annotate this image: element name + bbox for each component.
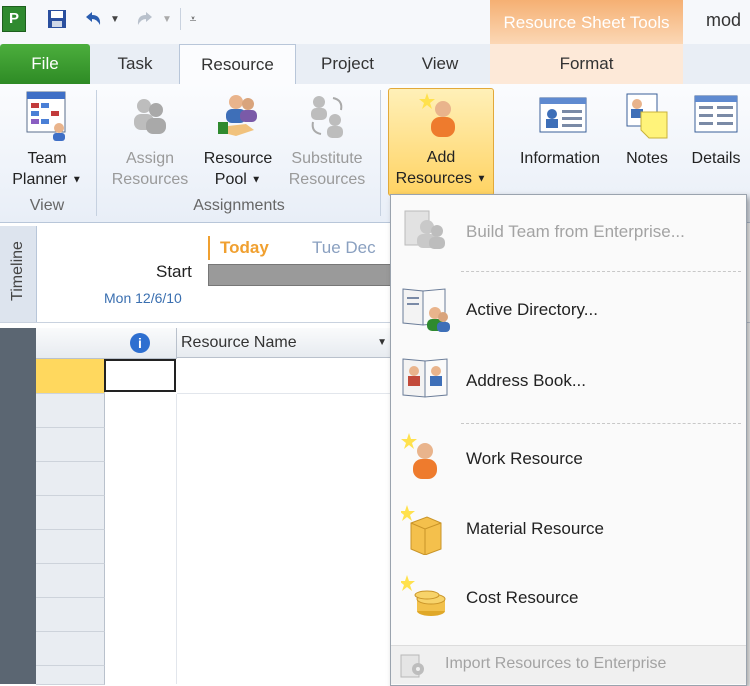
row-header[interactable] [36, 666, 105, 685]
window-title: mod [706, 10, 742, 30]
assign-resources-icon [128, 90, 172, 142]
undo-dropdown-icon[interactable]: ▼ [108, 6, 122, 32]
view-bar [0, 328, 36, 684]
material-resource-item[interactable]: Material Resource [391, 501, 746, 561]
tab-project[interactable]: Project [305, 44, 390, 84]
row-header[interactable] [36, 564, 105, 598]
row-header[interactable] [36, 496, 105, 530]
row-header[interactable] [36, 632, 105, 666]
resource-pool-label-1: Resource [203, 150, 273, 167]
tab-format[interactable]: Format [490, 44, 683, 84]
notes-icon [625, 90, 669, 142]
details-button[interactable]: Details [684, 90, 748, 169]
details-icon [694, 90, 738, 142]
grid-cell[interactable] [177, 359, 393, 394]
undo-icon[interactable] [80, 6, 106, 32]
ribbon-tabs: File Task Resource Project View Format [0, 44, 750, 86]
active-directory-item[interactable]: Active Directory... [391, 281, 746, 341]
cost-resource-item[interactable]: Cost Resource [391, 573, 746, 633]
timeline-bar[interactable] [208, 264, 400, 286]
import-resources-to-enterprise-item[interactable]: Import Resources to Enterprise [391, 645, 746, 684]
assign-resources-label-2: Resources [111, 171, 189, 188]
build-team-from-enterprise-item[interactable]: Build Team from Enterprise... [391, 203, 746, 263]
group-label-assignments: Assignments [193, 197, 285, 214]
project-app-icon[interactable]: P [2, 6, 26, 32]
redo-dropdown-icon[interactable]: ▼ [160, 6, 174, 32]
information-icon [538, 90, 587, 142]
select-all-corner[interactable] [36, 328, 105, 359]
add-resources-icon [419, 89, 463, 141]
material-resource-label: Material Resource [466, 519, 604, 538]
substitute-resources-button[interactable]: Substitute Resources [282, 90, 372, 190]
tab-file[interactable]: File [0, 44, 90, 84]
chevron-down-icon[interactable]: ▼ [377, 328, 387, 358]
resource-pool-icon [216, 90, 260, 142]
notes-label: Notes [626, 150, 668, 167]
team-planner-icon [25, 90, 69, 142]
chevron-down-icon: ▼ [476, 173, 487, 185]
row-header[interactable] [36, 394, 105, 428]
indicators-column [104, 394, 177, 684]
redo-icon[interactable] [132, 6, 158, 32]
team-planner-button[interactable]: Team Planner ▼ [4, 90, 90, 190]
chevron-down-icon: ▼ [251, 174, 262, 186]
today-marker: Today [220, 238, 269, 257]
assign-resources-label-1: Assign [125, 150, 175, 167]
import-resources-icon [399, 652, 427, 680]
customize-qat-icon[interactable]: ⩡ [184, 6, 202, 32]
context-tab-group-header: Resource Sheet Tools [490, 0, 683, 46]
row-header[interactable] [36, 359, 105, 394]
row-header[interactable] [36, 428, 105, 462]
substitute-resources-label-2: Resources [288, 171, 366, 188]
cost-resource-icon [399, 573, 451, 623]
add-resources-button[interactable]: Add Resources ▼ [388, 88, 494, 196]
timeline-date-label: Tue Dec [312, 238, 376, 257]
substitute-resources-label-1: Substitute [291, 150, 363, 167]
active-directory-icon [401, 283, 451, 333]
work-resource-icon [401, 431, 451, 481]
build-team-icon [401, 205, 451, 255]
row-header[interactable] [36, 462, 105, 496]
row-header[interactable] [36, 598, 105, 632]
row-header[interactable] [36, 530, 105, 564]
notes-button[interactable]: Notes [618, 90, 676, 169]
work-resource-label: Work Resource [466, 449, 583, 468]
add-resources-label-2: Resources [395, 170, 473, 187]
team-planner-label-1: Team [27, 150, 67, 167]
resource-name-column-header[interactable]: Resource Name ▼ [177, 328, 392, 358]
address-book-icon [401, 355, 451, 405]
resource-name-column [177, 394, 393, 684]
save-icon[interactable] [44, 6, 70, 32]
information-label: Information [519, 150, 601, 167]
group-label-view: View [29, 197, 65, 214]
team-planner-label-2: Planner [12, 171, 68, 188]
address-book-label: Address Book... [466, 371, 587, 390]
tab-view[interactable]: View [400, 44, 480, 84]
build-team-label: Build Team from Enterprise... [466, 222, 685, 241]
timeline-tab[interactable]: Timeline [0, 226, 37, 322]
tab-resource[interactable]: Resource [179, 44, 296, 86]
material-resource-icon [399, 503, 451, 556]
info-icon: i [130, 332, 150, 353]
resource-pool-label-2: Pool [214, 171, 247, 188]
resource-name-header-label: Resource Name [181, 334, 297, 351]
timeline-start-label: Start [156, 262, 192, 281]
import-resources-label: Import Resources to Enterprise [445, 655, 667, 672]
address-book-item[interactable]: Address Book... [391, 351, 746, 411]
timeline-start-date: Mon 12/6/10 [104, 290, 182, 306]
add-resources-label-1: Add [426, 149, 456, 166]
add-resources-menu: Build Team from Enterprise... Active Dir… [390, 194, 747, 686]
information-button[interactable]: Information [506, 90, 614, 169]
cost-resource-label: Cost Resource [466, 588, 579, 607]
resource-pool-button[interactable]: Resource Pool ▼ [198, 90, 278, 190]
active-directory-label: Active Directory... [466, 300, 598, 319]
chevron-down-icon: ▼ [71, 174, 82, 186]
substitute-resources-icon [305, 90, 349, 142]
assign-resources-button[interactable]: Assign Resources [104, 90, 196, 190]
work-resource-item[interactable]: Work Resource [391, 431, 746, 491]
details-label: Details [691, 150, 741, 167]
tab-task[interactable]: Task [100, 44, 170, 84]
active-cell[interactable] [104, 359, 176, 392]
indicators-column-header[interactable]: i [104, 328, 177, 359]
